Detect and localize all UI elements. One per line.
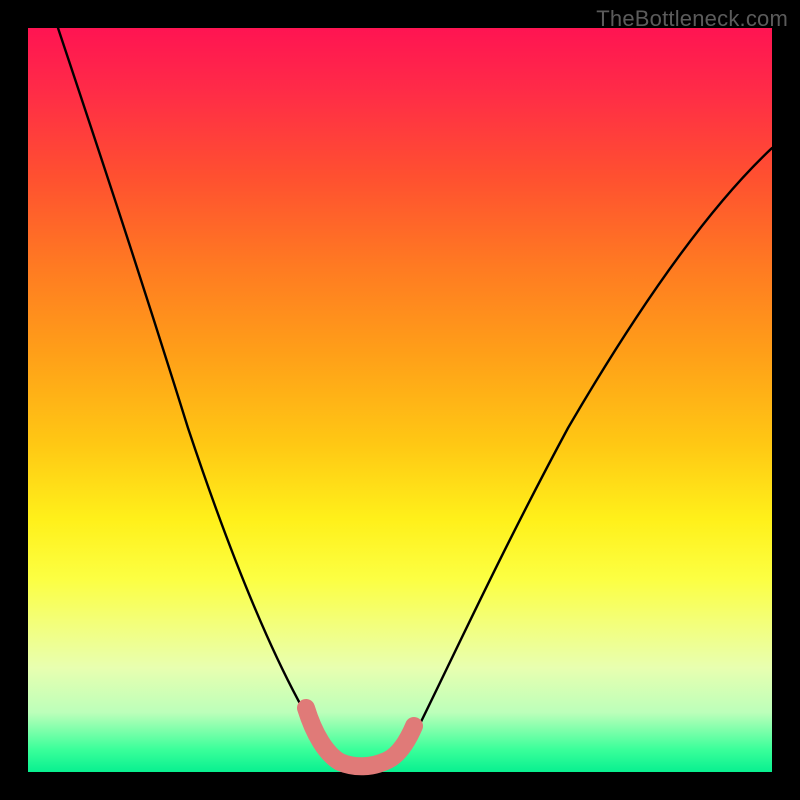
chart-stage: TheBottleneck.com bbox=[0, 0, 800, 800]
plot-area bbox=[28, 28, 772, 772]
watermark-text: TheBottleneck.com bbox=[596, 6, 788, 32]
curve-layer bbox=[28, 28, 772, 772]
bottleneck-curve bbox=[58, 28, 772, 766]
optimal-range-marker bbox=[306, 708, 414, 766]
